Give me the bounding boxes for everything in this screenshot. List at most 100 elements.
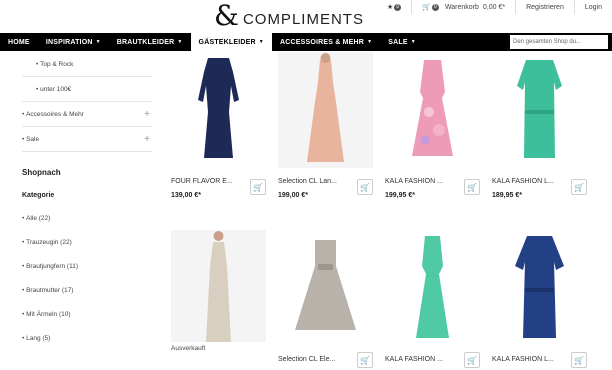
cart-icon: 🛒 — [422, 4, 431, 11]
wishlist-button[interactable]: ★ 0 — [377, 0, 411, 14]
plus-icon[interactable]: + — [144, 109, 150, 120]
add-to-cart-button[interactable]: 🛒 — [464, 179, 480, 195]
chevron-down-icon: ▼ — [258, 39, 264, 45]
sidebar-section-sale[interactable]: • Sale + — [22, 127, 152, 152]
sidebar-subitem[interactable]: • Top & Rock — [22, 52, 152, 77]
product-card[interactable]: KALA FASHION ... 199,95 €* 🛒 — [385, 52, 480, 199]
site-logo[interactable]: & COMPLIMENTS — [214, 2, 364, 30]
add-to-cart-button[interactable]: 🛒 — [571, 352, 587, 368]
product-card[interactable]: FOUR FLAVOR E... 139,00 €* 🛒 — [171, 52, 266, 199]
bullet-icon: • — [22, 110, 25, 118]
add-to-cart-button[interactable]: 🛒 — [357, 179, 373, 195]
nav-brautkleider[interactable]: BRAUTKLEIDER ▼ — [109, 33, 191, 51]
head-shape — [213, 231, 224, 241]
sidebar-section-label: Sale — [26, 135, 40, 143]
product-image[interactable] — [385, 52, 480, 168]
category-filter[interactable]: • Lang (5) — [22, 326, 152, 350]
search-input[interactable]: Den gesamten Shop du... — [510, 35, 608, 49]
nav-inspiration[interactable]: INSPIRATION ▼ — [38, 33, 109, 51]
bow-shape — [318, 264, 333, 270]
star-icon: ★ — [386, 4, 394, 11]
product-image[interactable] — [171, 52, 266, 168]
dress-shape — [307, 60, 344, 162]
product-image[interactable] — [171, 230, 266, 342]
product-image[interactable] — [492, 52, 587, 168]
nav-home[interactable]: HOME — [0, 33, 38, 51]
dress-shape — [412, 60, 453, 156]
cart-icon: 🛒 — [574, 355, 584, 365]
plus-icon[interactable]: + — [144, 134, 150, 145]
cart-icon: 🛒 — [360, 182, 370, 192]
category-filter[interactable]: • Alle (22) — [22, 206, 152, 230]
product-card[interactable]: Selection CL Ele... 🛒 — [278, 230, 373, 368]
pattern-dot — [424, 107, 434, 117]
logo-ampersand: & — [214, 0, 239, 32]
bullet-icon: • — [36, 60, 39, 68]
bullet-icon: • — [22, 238, 25, 246]
sidebar-subitem-label: unter 100€ — [40, 85, 72, 93]
sold-out-label: Ausverkauft — [171, 345, 206, 352]
pattern-dot — [420, 135, 430, 145]
nav-accessoires[interactable]: ACCESSOIRES & MEHR ▼ — [272, 33, 380, 51]
bullet-icon: • — [36, 85, 39, 93]
product-image[interactable] — [278, 230, 373, 346]
dress-shape — [198, 58, 239, 158]
account-bar: ★ 0 🛒 0 Warenkorb 0,00 €* Registrieren L… — [377, 0, 612, 14]
category-heading: Kategorie — [22, 192, 55, 199]
chevron-down-icon: ▼ — [95, 39, 101, 45]
sidebar-subitem[interactable]: • unter 100€ — [22, 77, 152, 102]
cart-icon: 🛒 — [253, 182, 263, 192]
product-card[interactable]: KALA FASHION L... 189,95 €* 🛒 — [492, 52, 587, 199]
bullet-icon: • — [22, 135, 25, 143]
sidebar-section-accessoires[interactable]: • Accessoires & Mehr + — [22, 102, 152, 127]
cart-icon: 🛒 — [360, 355, 370, 365]
dress-shape — [206, 242, 231, 342]
cart-label: Warenkorb — [444, 3, 479, 11]
bullet-icon: • — [22, 286, 25, 294]
product-image[interactable] — [492, 230, 587, 346]
dress-shape — [295, 240, 356, 330]
register-link[interactable]: Registrieren — [515, 0, 574, 14]
category-filter[interactable]: • Trauzeugin (22) — [22, 230, 152, 254]
product-card[interactable]: KALA FASHION ... 🛒 — [385, 230, 480, 368]
wishlist-count: 0 — [394, 3, 402, 11]
shop-by-heading: Shopnach — [22, 168, 61, 177]
head-shape — [320, 53, 331, 63]
category-label: Brautjungfern (11) — [26, 262, 79, 270]
cart-button[interactable]: 🛒 0 Warenkorb 0,00 €* — [411, 0, 515, 14]
product-card[interactable]: Ausverkauft — [171, 230, 266, 352]
bullet-icon: • — [22, 214, 25, 222]
nav-gaestekleider[interactable]: GÄSTEKLEIDER ▼ — [190, 33, 272, 51]
chevron-down-icon: ▼ — [367, 39, 373, 45]
product-image[interactable] — [385, 230, 480, 346]
category-filter[interactable]: • Brautjungfern (11) — [22, 254, 152, 278]
cart-count: 0 — [431, 3, 439, 11]
logo-text: COMPLIMENTS — [242, 10, 364, 28]
chevron-down-icon: ▼ — [177, 39, 183, 45]
category-filter[interactable]: • Mit Ärmeln (10) — [22, 302, 152, 326]
add-to-cart-button[interactable]: 🛒 — [357, 352, 373, 368]
belt-shape — [525, 288, 554, 292]
category-label: Trauzeugin (22) — [26, 238, 72, 246]
bullet-icon: • — [22, 334, 25, 342]
sidebar-section-label: Accessoires & Mehr — [26, 110, 84, 118]
login-link[interactable]: Login — [573, 0, 612, 14]
sidebar-subitem-label: Top & Rock — [40, 60, 74, 68]
product-card[interactable]: Selection CL Lan... 199,00 €* 🛒 — [278, 52, 373, 199]
bullet-icon: • — [22, 262, 25, 270]
category-label: Mit Ärmeln (10) — [26, 310, 71, 318]
nav-sale[interactable]: SALE ▼ — [380, 33, 424, 51]
nav-label: HOME — [8, 38, 30, 46]
add-to-cart-button[interactable]: 🛒 — [250, 179, 266, 195]
add-to-cart-button[interactable]: 🛒 — [464, 352, 480, 368]
category-label: Alle (22) — [26, 214, 51, 222]
nav-label: SALE — [388, 38, 408, 46]
product-card[interactable]: KALA FASHION L... 🛒 — [492, 230, 587, 368]
dress-shape — [515, 236, 564, 338]
category-filter[interactable]: • Brautmutter (17) — [22, 278, 152, 302]
product-image[interactable] — [278, 52, 373, 168]
add-to-cart-button[interactable]: 🛒 — [571, 179, 587, 195]
nav-label: ACCESSOIRES & MEHR — [279, 38, 365, 46]
pattern-dot — [433, 124, 445, 136]
main-nav: HOME INSPIRATION ▼ BRAUTKLEIDER ▼ GÄSTEKLE… — [0, 33, 612, 51]
